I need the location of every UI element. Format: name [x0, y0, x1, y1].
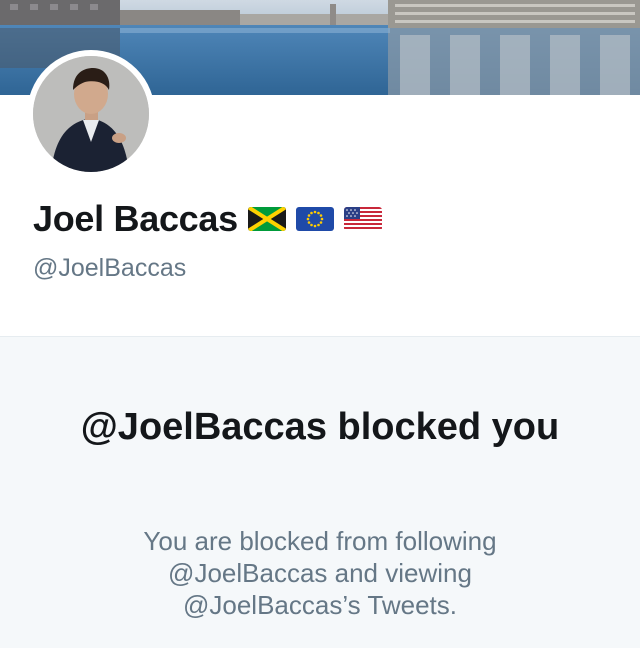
us-flag-icon	[343, 207, 382, 231]
blocked-description: You are blocked from following @JoelBacc…	[143, 526, 497, 620]
profile-handle: @JoelBaccas	[33, 254, 187, 282]
jamaica-flag-icon	[247, 207, 286, 231]
profile-display-name: Joel Baccas	[33, 198, 238, 239]
avatar[interactable]	[27, 50, 155, 178]
profile-name-row: Joel Baccas	[33, 196, 382, 242]
eu-flag-icon	[295, 207, 334, 231]
avatar-photo	[33, 56, 149, 172]
blocked-notice-panel: @JoelBaccas blocked you You are blocked …	[0, 336, 640, 648]
blocked-title: @JoelBaccas blocked you	[80, 406, 560, 448]
